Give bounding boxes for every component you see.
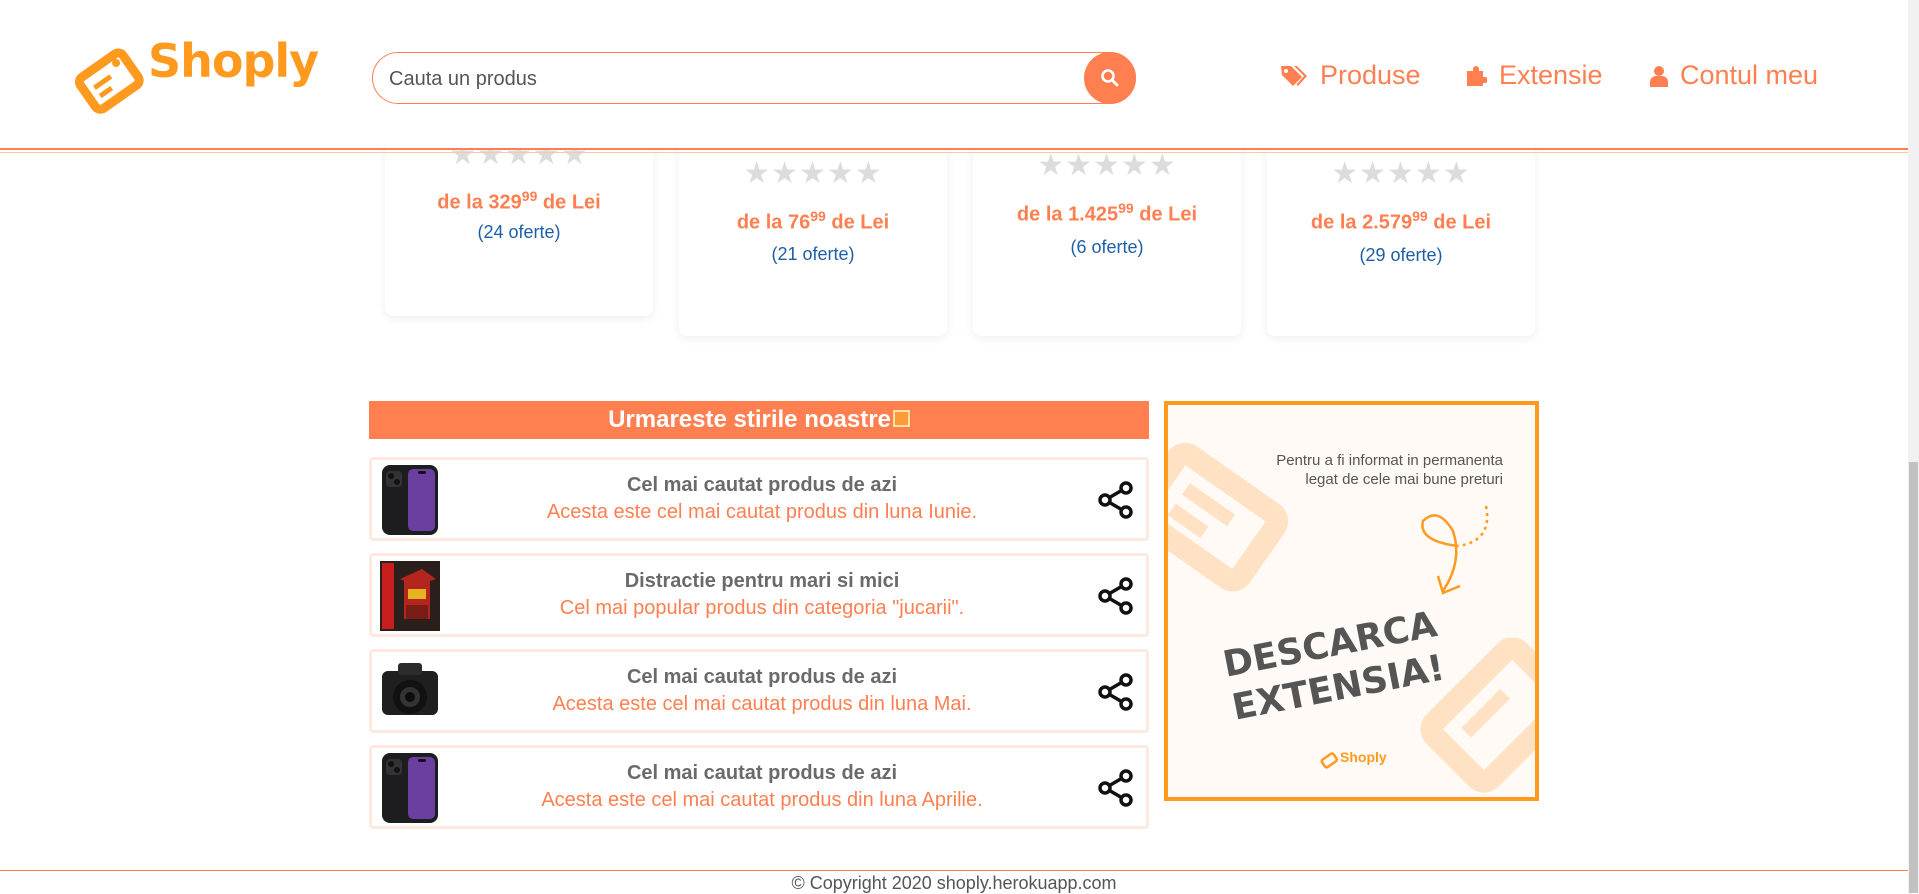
price-prefix: de la (437, 191, 489, 214)
scrollbar-thumb[interactable] (1909, 462, 1918, 893)
brand-tag-icon (1320, 752, 1339, 769)
price-main: 76 (787, 211, 811, 234)
user-icon (1650, 65, 1668, 87)
phone-image (382, 753, 438, 823)
ad-description: Pentru a fi informat in permanenta legat… (1276, 451, 1503, 489)
product-price: de la 7699 de Lei (679, 208, 947, 235)
price-suffix: de Lei (1133, 203, 1198, 226)
offers-link[interactable]: (6 oferte) (973, 237, 1241, 258)
price-cents: 99 (521, 188, 538, 204)
offers-link[interactable]: (24 oferte) (385, 222, 653, 243)
price-main: 1.425 (1068, 203, 1119, 226)
nav-contul-meu[interactable]: Contul meu (1650, 60, 1818, 91)
price-prefix: de la (736, 211, 788, 234)
news-header: Urmareste stirile noastre (369, 401, 1149, 439)
news-item[interactable]: Distractie pentru mari si mici Cel mai p… (369, 553, 1149, 637)
news-item-title: Cel mai cautat produs de azi (626, 666, 898, 688)
price-cents: 99 (810, 208, 826, 224)
product-card[interactable]: ★★★★★ de la 7699 de Lei (21 oferte) (679, 140, 947, 336)
price-main: 329 (488, 191, 522, 214)
share-icon[interactable] (1096, 672, 1136, 712)
news-item-title: Cel mai cautat produs de azi (626, 474, 898, 496)
footer-copyright: © Copyright 2020 shoply.herokuapp.com (791, 873, 1117, 893)
price-prefix: de la (1310, 211, 1363, 234)
share-icon[interactable] (1096, 576, 1136, 616)
ad-line-1: Pentru a fi informat in permanenta (1276, 452, 1503, 469)
price-prefix: de la (1016, 203, 1069, 226)
ad-line-2: legat de cele mai bune preturi (1305, 471, 1503, 488)
product-card[interactable]: ★★★★★ de la 2.57999 de Lei (29 oferte) (1267, 140, 1535, 336)
news-item-title: Distractie pentru mari si mici (624, 570, 900, 592)
price-suffix: de Lei (537, 191, 601, 214)
nav-extensie[interactable]: Extensie (1465, 60, 1603, 91)
ad-brand: Shoply (1340, 749, 1387, 765)
offers-link[interactable]: (29 oferte) (1267, 245, 1535, 266)
search-input[interactable] (387, 63, 1051, 95)
product-price: de la 1.42599 de Lei (973, 200, 1241, 227)
news-item-desc: Cel mai popular produs din categoria "ju… (559, 597, 965, 619)
search-button[interactable] (1084, 52, 1136, 104)
rss-icon[interactable] (892, 410, 910, 428)
price-main: 2.579 (1362, 211, 1413, 234)
lego-box-image (380, 561, 440, 631)
share-icon[interactable] (1096, 480, 1136, 520)
logo-tag-icon[interactable] (72, 38, 152, 114)
news-item-desc: Acesta este cel mai cautat produs din lu… (546, 501, 978, 523)
price-suffix: de Lei (1427, 211, 1492, 234)
rating-stars: ★★★★★ (1037, 149, 1177, 182)
news-item-title: Cel mai cautat produs de azi (626, 762, 898, 784)
news-item[interactable]: Cel mai cautat produs de azi Acesta este… (369, 457, 1149, 541)
news-item-desc: Acesta este cel mai cautat produs din lu… (541, 789, 983, 811)
rating-stars: ★★★★★ (1331, 157, 1471, 190)
product-price: de la 32999 de Lei (385, 188, 653, 215)
price-cents: 99 (1412, 208, 1428, 224)
nav-contul-meu-label: Contul meu (1680, 60, 1819, 90)
news-item[interactable]: Cel mai cautat produs de azi Acesta este… (369, 649, 1149, 733)
price-suffix: de Lei (825, 211, 890, 234)
news-item-desc: Acesta este cel mai cautat produs din lu… (552, 693, 972, 715)
nav-produse-label: Produse (1320, 60, 1421, 90)
product-card[interactable]: ★★★★★ de la 1.42599 de Lei (6 oferte) (973, 140, 1241, 336)
puzzle-icon (1467, 65, 1487, 86)
nav-produse[interactable]: Produse (1280, 60, 1421, 91)
header-divider (0, 152, 1908, 153)
tags-icon (1281, 65, 1307, 86)
logo-text[interactable]: Shoply (148, 34, 319, 88)
offers-link[interactable]: (21 oferte) (679, 244, 947, 265)
news-item[interactable]: Cel mai cautat produs de azi Acesta este… (369, 745, 1149, 829)
price-cents: 99 (1118, 200, 1134, 216)
search-bar (372, 52, 1136, 104)
extension-ad-banner[interactable]: Pentru a fi informat in permanenta legat… (1164, 401, 1539, 801)
site-header: Shoply Produse Extensie Contul meu (0, 0, 1908, 150)
phone-image (382, 465, 438, 535)
news-title: Urmareste stirile noastre (608, 406, 891, 433)
arrow-doodle-icon (1421, 505, 1489, 595)
ad-cta: DESCARCA EXTENSIA! (1220, 603, 1449, 731)
footer-divider (0, 870, 1908, 871)
nav-extensie-label: Extensie (1499, 60, 1603, 90)
product-price: de la 2.57999 de Lei (1267, 208, 1535, 235)
share-icon[interactable] (1096, 768, 1136, 808)
camera-image (382, 663, 438, 715)
rating-stars: ★★★★★ (743, 157, 883, 190)
search-icon (1101, 69, 1119, 87)
